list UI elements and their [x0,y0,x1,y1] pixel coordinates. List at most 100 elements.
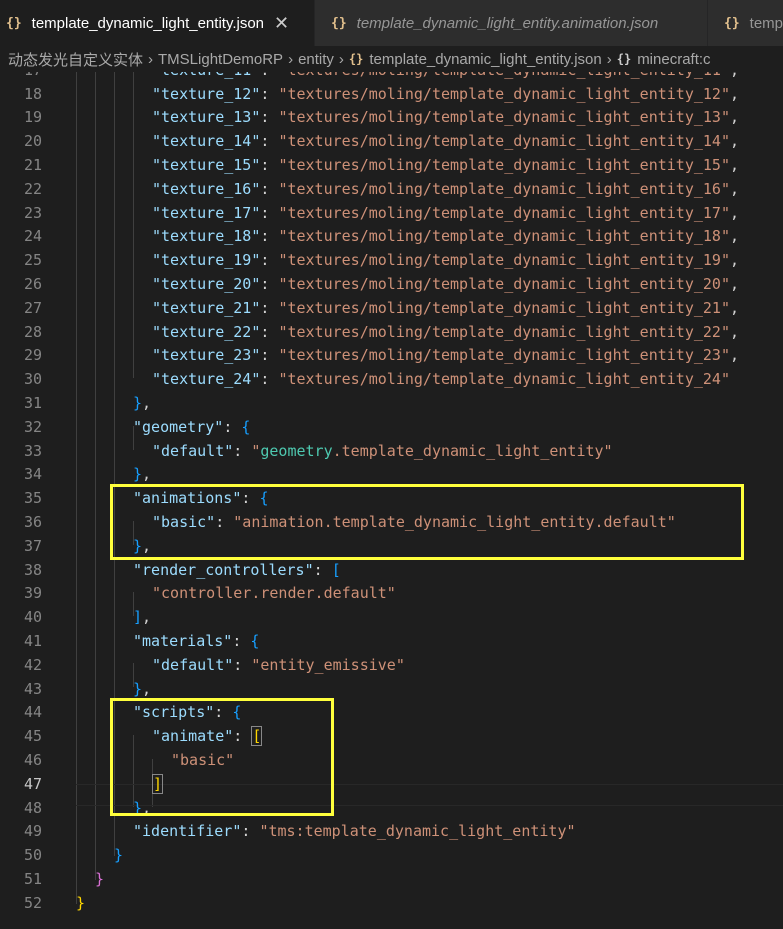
line-number: 35 [23,489,42,508]
code-line[interactable]: 38 "render_controllers": [ [0,559,783,583]
breadcrumb-item[interactable]: minecraft:c [637,51,710,68]
json-file-icon: {} [724,15,740,31]
line-number: 21 [23,155,42,174]
code-text: "geometry": { [133,417,251,436]
line-number: 52 [23,893,42,912]
line-number: 30 [23,370,42,389]
line-number: 18 [23,84,42,103]
code-line[interactable]: 31}, [0,392,783,416]
code-line[interactable]: 52} [0,892,783,916]
line-number: 42 [23,655,42,674]
code-editor[interactable]: 17 "texture_11": "textures/moling/templat… [0,72,783,929]
tab-template-json[interactable]: {} template_dynamic_light_entity.json ✕ [0,0,314,46]
line-number: 29 [23,346,42,365]
code-line[interactable]: 26 "texture_20": "textures/moling/templat… [0,273,783,297]
line-number: 20 [23,132,42,151]
code-text: "render_controllers": [ [133,560,341,579]
code-text: "texture_23": "textures/moling/template_… [152,346,740,365]
line-number: 33 [23,441,42,460]
code-text: "texture_24": "textures/moling/template_… [152,370,730,389]
line-number: 45 [23,727,42,746]
line-number: 46 [23,750,42,769]
breadcrumb-item[interactable]: template_dynamic_light_entity.json [369,51,601,68]
code-line[interactable]: 42 "default": "entity_emissive" [0,654,783,678]
chevron-right-icon: › [606,50,612,68]
line-number: 40 [23,608,42,627]
line-number: 17 [0,72,42,83]
line-number: 49 [23,822,42,841]
code-line[interactable]: 20 "texture_14": "textures/moling/templat… [0,130,783,154]
code-line[interactable]: 17 "texture_11": "textures/moling/templat… [0,72,783,83]
line-number: 22 [23,179,42,198]
code-line[interactable]: 30 "texture_24": "textures/moling/templat… [0,368,783,392]
chevron-right-icon: › [148,50,154,68]
line-number: 28 [23,322,42,341]
code-line[interactable]: 21 "texture_15": "textures/moling/templat… [0,154,783,178]
code-text: "texture_11": "textures/moling/template_… [152,72,739,83]
line-number: 36 [23,512,42,531]
code-text: "texture_15": "textures/moling/template_… [152,155,740,174]
code-line[interactable]: 32 "geometry": { [0,416,783,440]
tab-label: temp [749,14,783,32]
json-object-icon: {} [616,52,632,66]
code-text: } [114,846,124,865]
breadcrumb-item[interactable]: TMSLightDemoRP [158,51,283,68]
tab-animation-json[interactable]: {} template_dynamic_light_entity.animati… [315,0,707,46]
chevron-right-icon: › [288,50,294,68]
close-icon[interactable]: ✕ [274,13,289,34]
code-line[interactable]: 49 "identifier": "tms:template_dynamic_li… [0,820,783,844]
line-number: 34 [23,465,42,484]
code-text: "texture_19": "textures/moling/template_… [152,251,740,270]
code-line[interactable]: 22 "texture_16": "textures/moling/templat… [0,178,783,202]
code-line[interactable]: 27 "texture_21": "textures/moling/templat… [0,297,783,321]
code-text: "texture_16": "textures/moling/template_… [152,179,740,198]
code-text: "materials": { [133,631,260,650]
code-line[interactable]: 19 "texture_13": "textures/moling/templat… [0,106,783,130]
breadcrumb-item[interactable]: 动态发光自定义实体 [8,49,143,70]
code-line[interactable]: 51} [0,868,783,892]
line-number: 44 [23,703,42,722]
code-line[interactable]: 25 "texture_19": "textures/moling/templat… [0,249,783,273]
line-number: 51 [23,869,42,888]
highlight-box-animations [110,484,744,560]
line-number: 27 [23,298,42,317]
code-text: "texture_13": "textures/moling/template_… [152,108,740,127]
code-line[interactable]: 33 "default": "geometry.template_dynamic_… [0,440,783,464]
code-text: "texture_18": "textures/moling/template_… [152,227,740,246]
editor-tab-bar: {} template_dynamic_light_entity.json ✕ … [0,0,783,46]
line-number: 26 [23,274,42,293]
tab-label: template_dynamic_light_entity.json [31,14,265,32]
code-text: } [76,893,86,912]
code-line[interactable]: 24 "texture_18": "textures/moling/templat… [0,225,783,249]
breadcrumb-item[interactable]: entity [298,51,334,68]
code-line[interactable]: 40], [0,606,783,630]
line-number: 25 [23,251,42,270]
line-number: 43 [23,679,42,698]
line-number: 32 [23,417,42,436]
code-line[interactable]: 41 "materials": { [0,630,783,654]
code-line[interactable]: 18 "texture_12": "textures/moling/templat… [0,83,783,107]
code-text: "default": "entity_emissive" [152,655,405,674]
highlight-box-scripts [110,698,334,816]
code-line[interactable]: 29 "texture_23": "textures/moling/templat… [0,344,783,368]
line-number: 47 [23,774,42,793]
code-text: ], [133,608,152,627]
code-line[interactable]: 39 "controller.render.default" [0,582,783,606]
line-number: 39 [23,584,42,603]
code-line[interactable]: 23 "texture_17": "textures/moling/templat… [0,202,783,226]
line-number: 50 [23,846,42,865]
json-file-icon: {} [348,52,364,66]
code-text: "texture_12": "textures/moling/template_… [152,84,740,103]
line-number: 31 [23,393,42,412]
code-text: "identifier": "tms:template_dynamic_ligh… [133,822,576,841]
code-line[interactable]: 50} [0,844,783,868]
breadcrumb: 动态发光自定义实体 › TMSLightDemoRP › entity › {}… [0,46,783,72]
line-number: 23 [23,203,42,222]
tab-label: template_dynamic_light_entity.animation.… [356,14,659,32]
tab-third-file[interactable]: {} temp [708,0,783,46]
code-text: "texture_14": "textures/moling/template_… [152,132,740,151]
code-text: } [95,869,105,888]
line-number: 48 [23,798,42,817]
code-line[interactable]: 28 "texture_22": "textures/moling/templat… [0,321,783,345]
code-text: "texture_20": "textures/moling/template_… [152,274,740,293]
